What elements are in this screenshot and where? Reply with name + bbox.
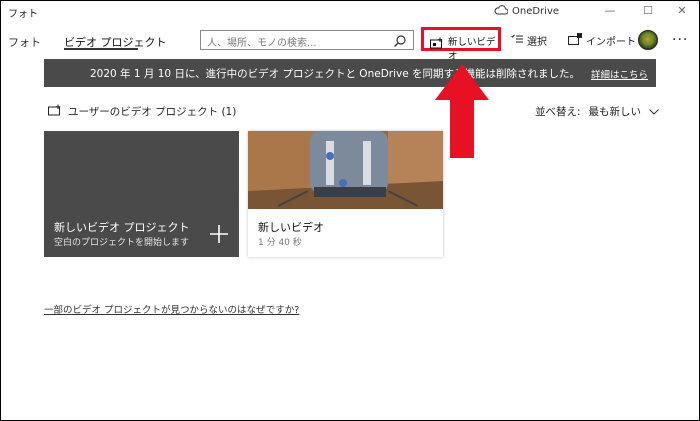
app-title: フォト — [8, 9, 38, 20]
new-project-title: 新しいビデオ プロジェクト — [54, 221, 190, 234]
checklist-icon — [511, 34, 523, 47]
active-tab-indicator — [64, 48, 138, 50]
onedrive-label: OneDrive — [512, 6, 560, 17]
sort-value: 最も新しい — [588, 106, 642, 118]
plus-icon — [209, 224, 229, 248]
maximize-button[interactable]: ☐ — [638, 3, 658, 19]
search-input[interactable]: 人、場所、モノの検索... — [207, 34, 317, 49]
section-title: ユーザーのビデオ プロジェクト (1) — [68, 106, 237, 118]
close-button[interactable]: ✕ — [672, 3, 692, 19]
video-duration: 1 分 40 秒 — [258, 238, 302, 248]
import-label: インポート — [586, 37, 636, 48]
sort-dropdown[interactable]: 並べ替え: 最も新しい — [535, 104, 659, 119]
select-label: 選択 — [527, 37, 547, 48]
video-thumbnail — [248, 131, 443, 209]
import-button[interactable]: インポート — [568, 33, 636, 48]
select-button[interactable]: 選択 — [511, 33, 547, 48]
new-video-label: 新しいビデオ — [448, 37, 496, 62]
video-title: 新しいビデオ — [258, 221, 324, 234]
new-project-card[interactable]: 新しいビデオ プロジェクト 空白のプロジェクトを開始します — [44, 131, 239, 257]
missing-projects-help-link[interactable]: 一部のビデオ プロジェクトが見つからないのはなぜですか? — [44, 302, 299, 316]
new-video-icon — [430, 34, 444, 53]
search-box[interactable]: 人、場所、モノの検索... — [200, 30, 414, 50]
sort-label: 並べ替え: — [535, 106, 581, 118]
tab-photos[interactable]: フォト — [8, 34, 41, 50]
title-bar: フォト OneDrive — ☐ ✕ — [0, 0, 700, 24]
avatar[interactable] — [638, 30, 658, 50]
section-header: ユーザーのビデオ プロジェクト (1) — [48, 104, 236, 119]
sync-notice-banner: 2020 年 1 月 10 日に、進行中のビデオ プロジェクトと OneDriv… — [44, 59, 656, 87]
more-options-icon[interactable]: ... — [672, 28, 688, 44]
chevron-down-icon — [649, 106, 659, 118]
cloud-icon — [494, 5, 509, 18]
minimize-button[interactable]: — — [600, 3, 620, 19]
banner-message: 2020 年 1 月 10 日に、進行中のビデオ プロジェクトと OneDriv… — [90, 68, 581, 80]
video-project-icon — [48, 104, 62, 119]
video-project-card[interactable]: 新しいビデオ 1 分 40 秒 — [248, 131, 443, 257]
learn-more-link[interactable]: 詳細はこちら — [591, 67, 648, 81]
annotation-arrow — [435, 64, 489, 158]
search-icon[interactable] — [393, 33, 407, 52]
onedrive-status[interactable]: OneDrive — [494, 5, 559, 18]
import-icon — [568, 33, 582, 48]
new-video-button[interactable]: 新しいビデオ — [421, 27, 501, 62]
new-project-subtitle: 空白のプロジェクトを開始します — [54, 238, 190, 248]
